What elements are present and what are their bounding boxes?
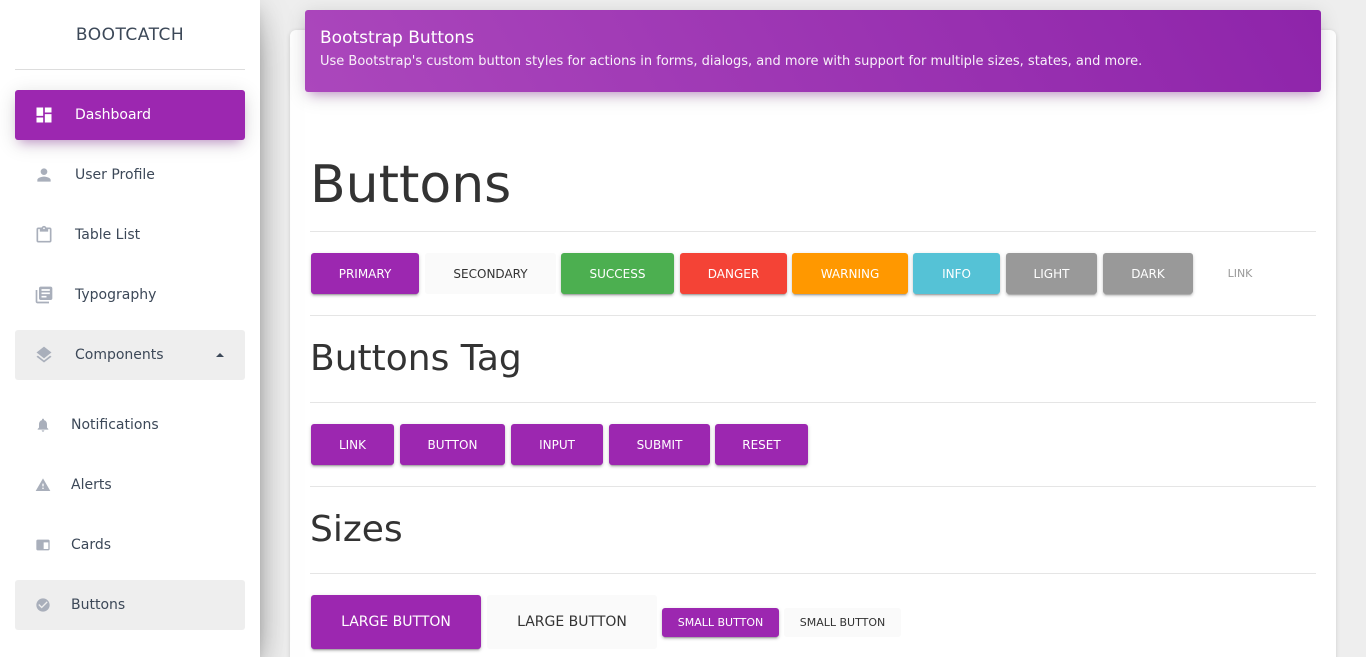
sidebar-item-label: Table List xyxy=(75,227,141,243)
reset-tag-button[interactable]: RESET xyxy=(715,424,808,465)
sidebar: BOOTCATCH Dashboard User Profile Table L… xyxy=(0,0,260,657)
sidebar-item-label: Alerts xyxy=(71,477,112,493)
sidebar-item-label: Dashboard xyxy=(75,107,151,123)
divider xyxy=(310,402,1316,403)
person-icon xyxy=(37,168,51,182)
sidebar-item-label: Buttons xyxy=(71,597,126,613)
sidebar-item-user-profile[interactable]: User Profile xyxy=(15,150,245,200)
card-subtitle: Use Bootstrap's custom button styles for… xyxy=(320,54,1143,69)
sidebar-item-alerts[interactable]: Alerts xyxy=(15,460,245,510)
section-heading-buttons: Buttons xyxy=(310,155,512,215)
danger-button[interactable]: DANGER xyxy=(680,253,787,294)
dark-button[interactable]: DARK xyxy=(1103,253,1193,294)
input-tag-button[interactable]: INPUT xyxy=(511,424,603,465)
brand-logo[interactable]: BOOTCATCH xyxy=(15,0,245,70)
sidebar-item-dashboard[interactable]: Dashboard xyxy=(15,90,245,140)
card-title: Bootstrap Buttons xyxy=(320,28,475,48)
large-secondary-button[interactable]: LARGE BUTTON xyxy=(487,595,657,649)
bell-icon xyxy=(37,418,49,432)
divider xyxy=(310,231,1316,232)
divider xyxy=(310,315,1316,316)
link-tag-button[interactable]: LINK xyxy=(311,424,394,465)
layers-icon xyxy=(36,346,52,363)
large-primary-button[interactable]: LARGE BUTTON xyxy=(311,595,481,649)
sidebar-item-table-list[interactable]: Table List xyxy=(15,210,245,260)
check-circle-icon xyxy=(36,598,50,612)
warning-icon xyxy=(35,478,51,491)
sidebar-item-typography[interactable]: Typography xyxy=(15,270,245,320)
button-tag-button[interactable]: BUTTON xyxy=(400,424,505,465)
submit-tag-button[interactable]: SUBMIT xyxy=(609,424,710,465)
card-header: Bootstrap Buttons Use Bootstrap's custom… xyxy=(305,10,1321,92)
caret-up-icon xyxy=(216,353,224,357)
section-heading-sizes: Sizes xyxy=(310,509,403,550)
info-button[interactable]: INFO xyxy=(913,253,1000,294)
small-primary-button[interactable]: SMALL BUTTON xyxy=(662,608,779,637)
section-heading-buttons-tag: Buttons Tag xyxy=(310,338,522,379)
sidebar-item-label: Cards xyxy=(71,537,112,553)
sidebar-item-components[interactable]: Components xyxy=(15,330,245,380)
clipboard-icon xyxy=(36,225,52,243)
primary-button[interactable]: PRIMARY xyxy=(311,253,419,294)
sidebar-item-label: Typography xyxy=(75,287,157,303)
link-button[interactable]: LINK xyxy=(1199,253,1281,294)
sidebar-item-label: User Profile xyxy=(75,167,155,183)
card-icon xyxy=(36,539,50,551)
success-button[interactable]: SUCCESS xyxy=(561,253,674,294)
sidebar-item-cards[interactable]: Cards xyxy=(15,520,245,570)
divider xyxy=(310,486,1316,487)
sidebar-item-label: Components xyxy=(75,347,164,363)
sidebar-item-label: Notifications xyxy=(71,417,159,433)
warning-button[interactable]: WARNING xyxy=(792,253,908,294)
secondary-button[interactable]: SECONDARY xyxy=(425,253,556,294)
library-books-icon xyxy=(35,286,53,304)
sidebar-item-notifications[interactable]: Notifications xyxy=(15,400,245,450)
sidebar-item-buttons[interactable]: Buttons xyxy=(15,580,245,630)
dashboard-icon xyxy=(36,107,52,123)
divider xyxy=(310,573,1316,574)
small-secondary-button[interactable]: SMALL BUTTON xyxy=(784,608,901,637)
light-button[interactable]: LIGHT xyxy=(1006,253,1097,294)
